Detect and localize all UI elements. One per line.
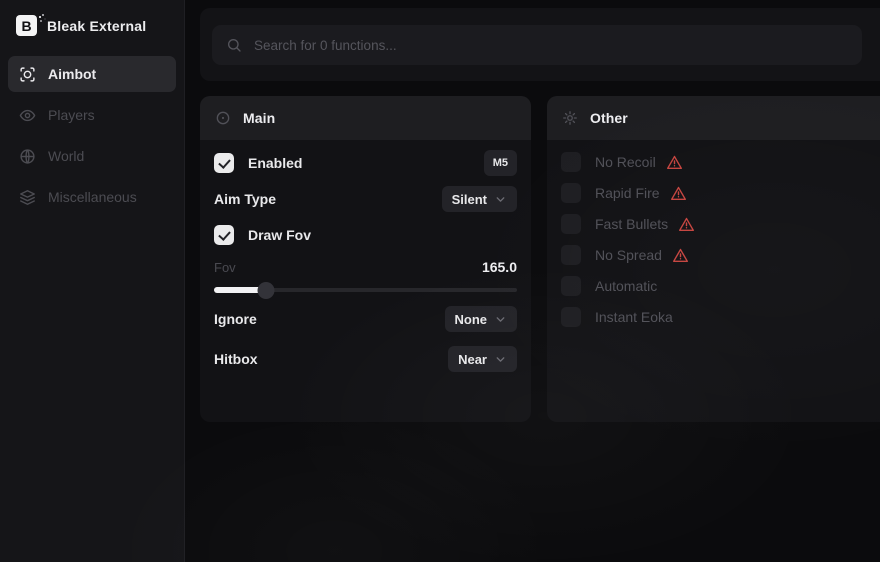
globe-icon (19, 148, 36, 165)
draw-fov-label: Draw Fov (248, 227, 311, 243)
sidebar-item-label: Miscellaneous (48, 189, 137, 205)
aim-type-row: Aim Type Silent (214, 186, 517, 212)
main-panel: Main Enabled M5 Aim Type Silent (200, 96, 531, 422)
search-box[interactable] (212, 25, 862, 65)
feature-row: Automatic (561, 276, 876, 296)
gear-icon (562, 110, 578, 126)
warning-icon (678, 216, 695, 233)
aim-type-label: Aim Type (214, 191, 276, 207)
sidebar-item-label: Players (48, 107, 95, 123)
other-panel-body: No Recoil Rapid Fire (547, 140, 880, 327)
fov-label: Fov (214, 260, 236, 275)
draw-fov-checkbox[interactable] (214, 225, 234, 245)
main-panel-body: Enabled M5 Aim Type Silent Draw Fov (200, 140, 531, 372)
enabled-row: Enabled M5 (214, 150, 517, 176)
enabled-label: Enabled (248, 155, 302, 171)
main-panel-header: Main (200, 96, 531, 140)
chevron-down-icon (494, 193, 507, 206)
feature-label: Automatic (595, 278, 657, 294)
hitbox-row: Hitbox Near (214, 346, 517, 372)
app-window: B Bleak External Aimbot (0, 0, 880, 562)
crosshair-icon (19, 66, 36, 83)
feature-label: No Spread (595, 247, 662, 263)
fov-slider-thumb[interactable] (257, 282, 274, 299)
feature-label: No Recoil (595, 154, 656, 170)
fov-row: Fov 165.0 (214, 258, 517, 276)
eye-icon (19, 107, 36, 124)
warning-icon (666, 154, 683, 171)
search-input[interactable] (254, 38, 848, 53)
hitbox-dropdown[interactable]: Near (448, 346, 517, 372)
target-icon (215, 110, 231, 126)
enabled-checkbox[interactable] (214, 153, 234, 173)
app-title: Bleak External (47, 18, 146, 34)
hitbox-value: Near (458, 352, 487, 367)
sidebar-nav: Aimbot Players World (0, 50, 184, 221)
fov-value: 165.0 (482, 259, 517, 275)
app-logo: B Bleak External (0, 0, 184, 48)
layers-icon (19, 189, 36, 206)
sidebar-item-miscellaneous[interactable]: Miscellaneous (8, 179, 176, 215)
keybind-badge[interactable]: M5 (484, 150, 517, 176)
feature-row: Instant Eoka (561, 307, 876, 327)
ignore-label: Ignore (214, 311, 257, 327)
sidebar-item-label: World (48, 148, 84, 164)
feature-row: No Recoil (561, 152, 876, 172)
other-panel-title: Other (590, 110, 628, 126)
feature-checkbox[interactable] (561, 152, 581, 172)
fov-slider (214, 282, 517, 298)
other-panel: Other No Recoil Rapid Fire (547, 96, 880, 422)
feature-checkbox[interactable] (561, 214, 581, 234)
feature-label: Fast Bullets (595, 216, 668, 232)
logo-icon: B (16, 15, 37, 36)
aim-type-dropdown[interactable]: Silent (442, 186, 517, 212)
feature-checkbox[interactable] (561, 245, 581, 265)
ignore-dropdown[interactable]: None (445, 306, 518, 332)
feature-row: Fast Bullets (561, 214, 876, 234)
feature-row: No Spread (561, 245, 876, 265)
chevron-down-icon (494, 353, 507, 366)
feature-checkbox[interactable] (561, 307, 581, 327)
feature-label: Instant Eoka (595, 309, 673, 325)
chevron-down-icon (494, 313, 507, 326)
hitbox-label: Hitbox (214, 351, 258, 367)
warning-icon (670, 185, 687, 202)
sidebar-item-players[interactable]: Players (8, 97, 176, 133)
other-panel-header: Other (547, 96, 880, 140)
aim-type-value: Silent (452, 192, 487, 207)
feature-label: Rapid Fire (595, 185, 660, 201)
sidebar: B Bleak External Aimbot (0, 0, 185, 562)
search-icon (226, 37, 242, 53)
sidebar-item-label: Aimbot (48, 66, 96, 82)
main-panel-title: Main (243, 110, 275, 126)
ignore-row: Ignore None (214, 306, 517, 332)
ignore-value: None (455, 312, 488, 327)
feature-checkbox[interactable] (561, 183, 581, 203)
sidebar-item-aimbot[interactable]: Aimbot (8, 56, 176, 92)
warning-icon (672, 247, 689, 264)
feature-row: Rapid Fire (561, 183, 876, 203)
topbar (200, 8, 880, 81)
draw-fov-row: Draw Fov (214, 222, 517, 248)
sidebar-item-world[interactable]: World (8, 138, 176, 174)
feature-checkbox[interactable] (561, 276, 581, 296)
